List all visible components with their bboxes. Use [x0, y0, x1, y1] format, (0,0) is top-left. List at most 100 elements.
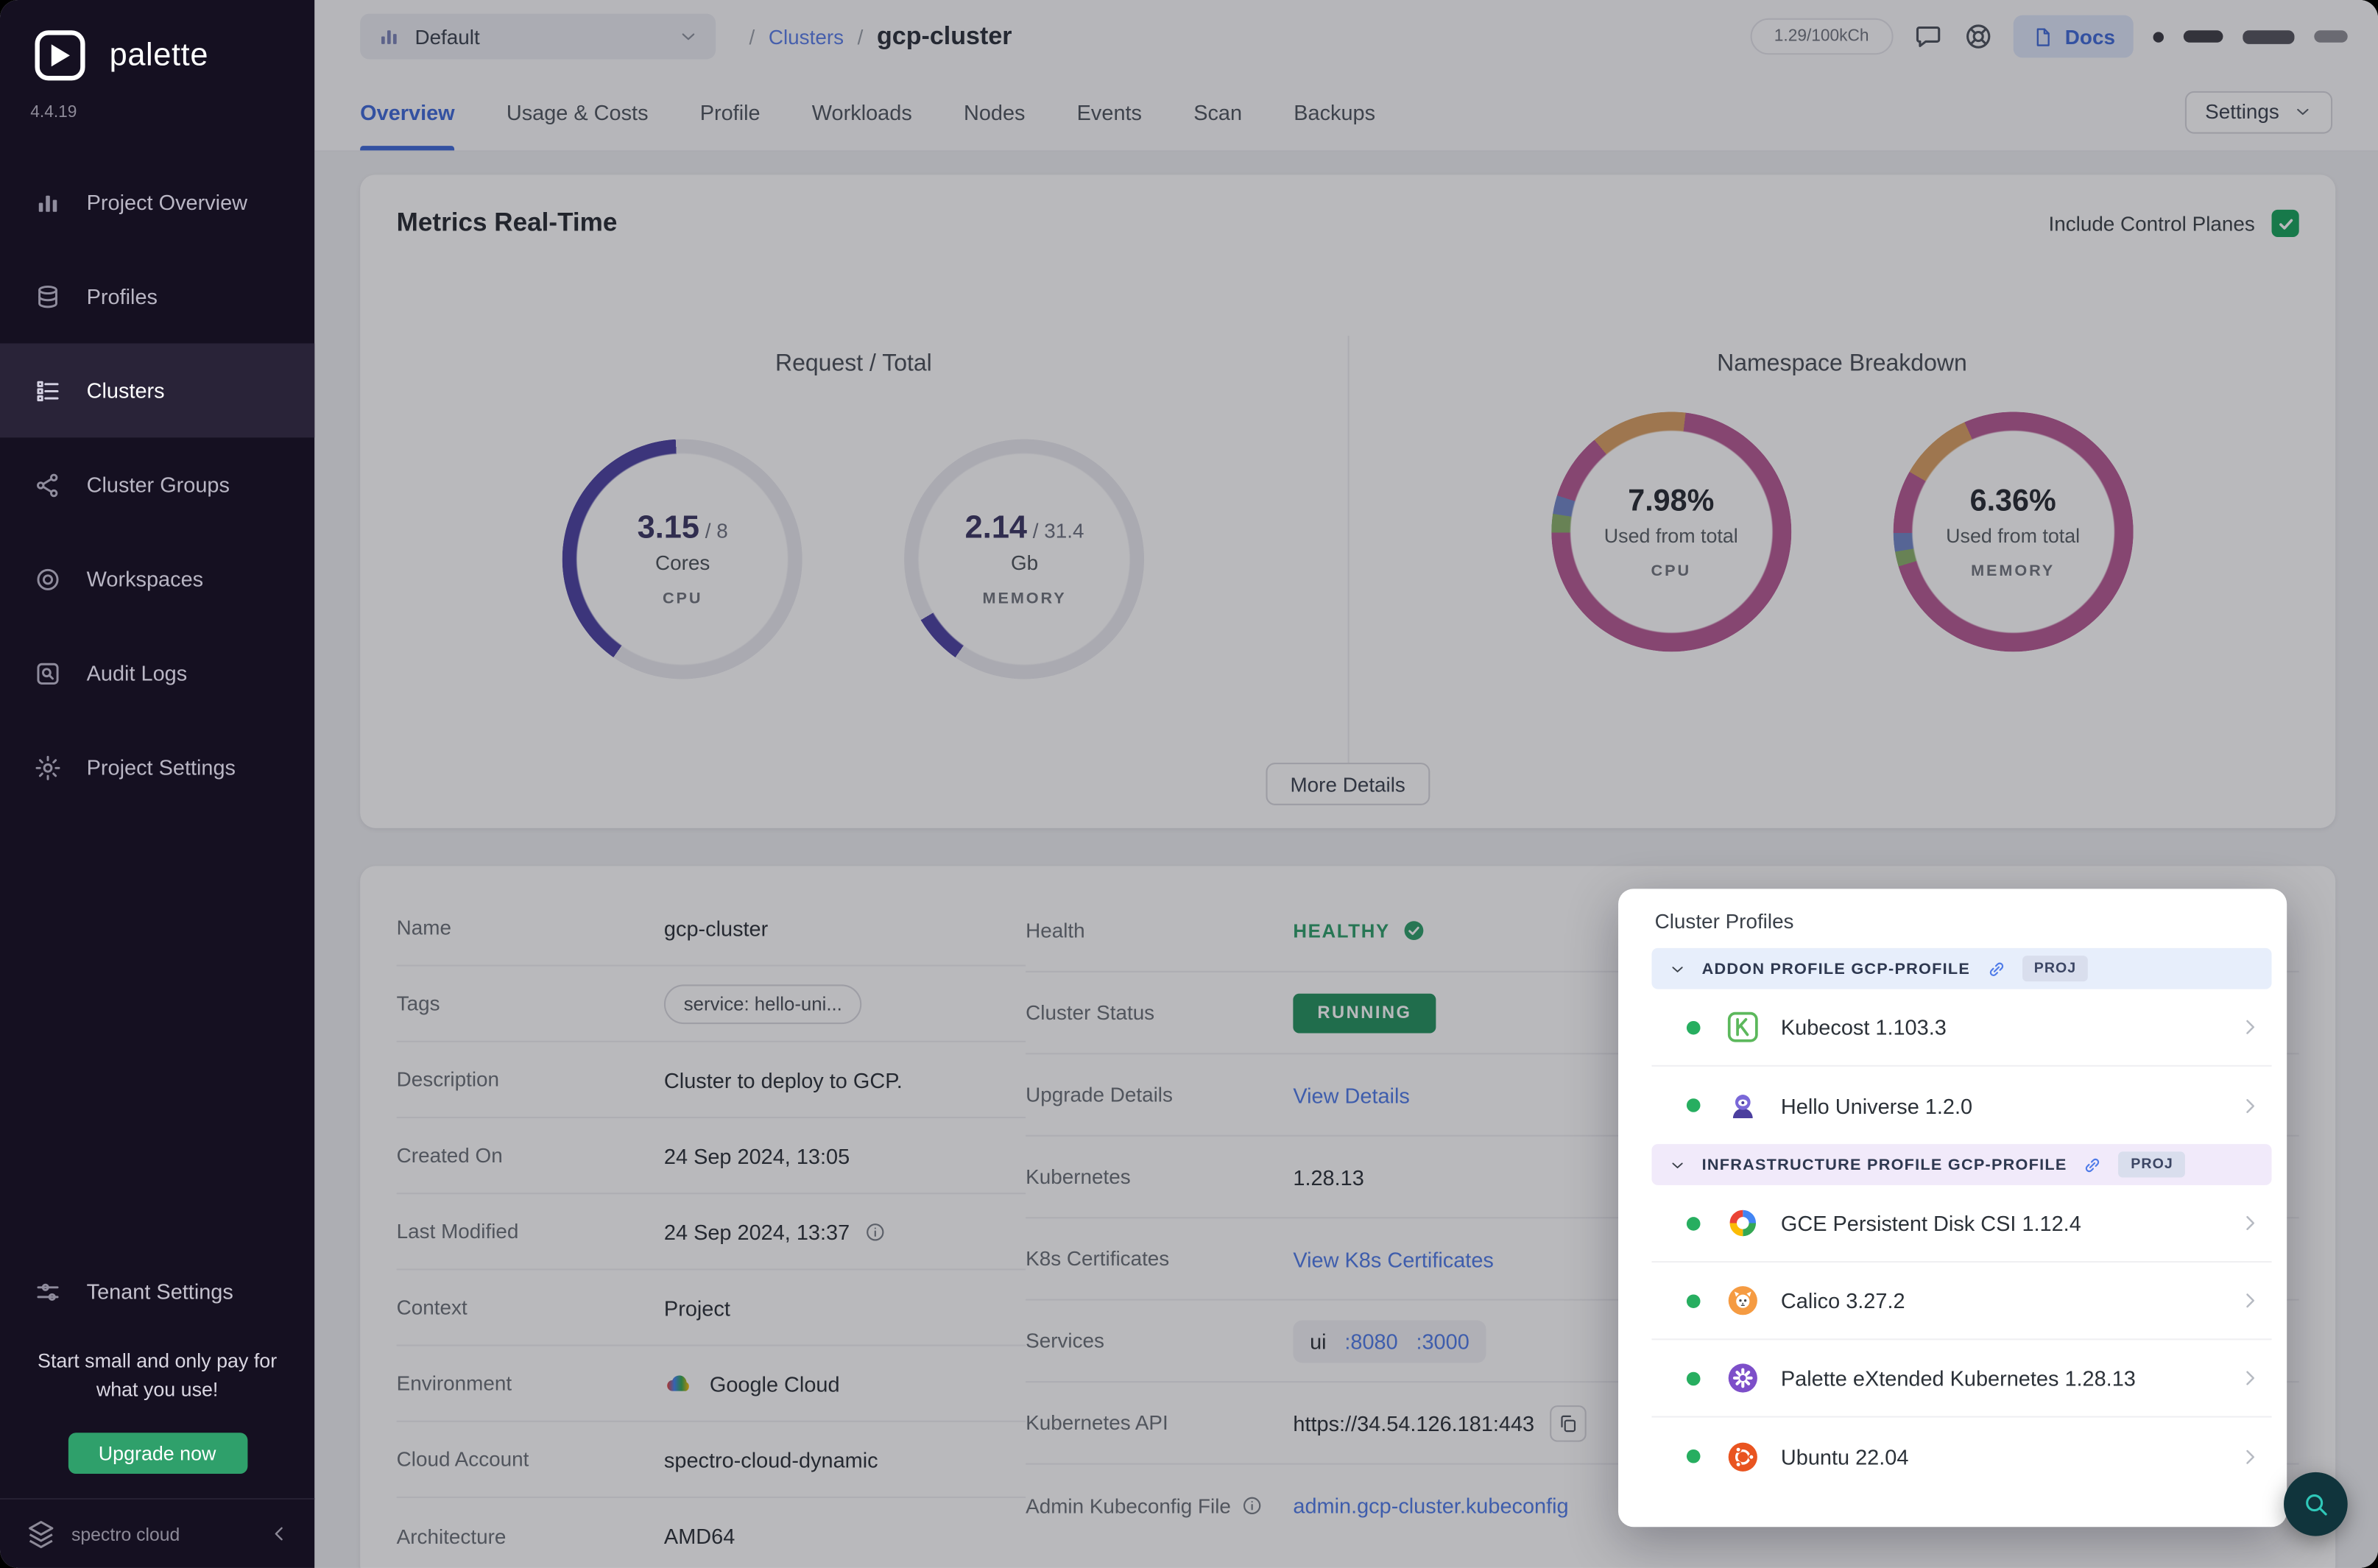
health-status: HEALTHY: [1293, 919, 1425, 942]
profile-layer-calico-3-27-2[interactable]: Calico 3.27.2: [1651, 1262, 2272, 1341]
sidebar-item-project-settings[interactable]: Project Settings: [0, 720, 314, 814]
detail-text: AMD64: [663, 1524, 735, 1549]
tab-events[interactable]: Events: [1077, 73, 1142, 150]
detail-value: 24 Sep 2024, 13:05: [664, 1143, 850, 1168]
sidebar-item-label: Clusters: [86, 378, 165, 403]
detail-label: Health: [1026, 919, 1085, 942]
scope-badge: PROJ: [2022, 956, 2089, 982]
detail-row-last-modified: Last Modified 24 Sep 2024, 13:37: [396, 1194, 1026, 1271]
chevron-down-icon: [677, 26, 699, 47]
sidebar-item-label: Audit Logs: [86, 660, 188, 685]
upgrade-details-link[interactable]: View Details: [1293, 1083, 1409, 1107]
sidebar-item-tenant-settings[interactable]: Tenant Settings: [0, 1257, 314, 1327]
docs-button[interactable]: Docs: [2013, 15, 2134, 58]
sidebar-item-label: Profiles: [86, 283, 158, 308]
detail-row-created-on: Created On 24 Sep 2024, 13:05: [396, 1118, 1026, 1195]
detail-value: ui:8080:3000: [1293, 1319, 1486, 1363]
status-dot-green: [1686, 1216, 1701, 1230]
more-details-button[interactable]: More Details: [1266, 763, 1430, 805]
sidebar-item-project-overview[interactable]: Project Overview: [0, 155, 314, 250]
sidebar-item-cluster-groups[interactable]: Cluster Groups: [0, 437, 314, 532]
namespace-breakdown-section: Namespace Breakdown 7.98% Used from total…: [1349, 314, 2336, 828]
tab-backups[interactable]: Backups: [1294, 73, 1375, 150]
copy-button[interactable]: [1549, 1405, 1587, 1441]
service-port-link[interactable]: :3000: [1416, 1329, 1469, 1353]
detail-value: View K8s Certificates: [1293, 1246, 1493, 1271]
breadcrumb-separator: /: [749, 25, 755, 49]
docs-button-label: Docs: [2064, 25, 2115, 49]
profile-layer-hello-universe-1-2-0[interactable]: Hello Universe 1.2.0: [1651, 1067, 2271, 1144]
namespace-breakdown-title: Namespace Breakdown: [1717, 350, 1967, 377]
help-icon[interactable]: [1964, 21, 1994, 52]
include-control-planes-toggle[interactable]: Include Control Planes: [2048, 209, 2299, 237]
top-bar: Default / Clusters / gcp-cluster 1.29/10…: [314, 0, 2378, 74]
detail-value: gcp-cluster: [664, 915, 768, 939]
detail-label: Architecture: [396, 1525, 507, 1548]
search-fab[interactable]: [2284, 1472, 2348, 1536]
metrics-card: Metrics Real-Time Include Control Planes…: [360, 174, 2336, 828]
collapse-sidebar-icon[interactable]: [267, 1522, 290, 1545]
service-port-link[interactable]: :8080: [1344, 1329, 1397, 1353]
tab-usage-costs[interactable]: Usage & Costs: [507, 73, 649, 150]
profile-section-header[interactable]: INFRASTRUCTURE PROFILE GCP-PROFILE PROJ: [1651, 1144, 2272, 1185]
detail-text: spectro-cloud-dynamic: [663, 1447, 878, 1472]
cluster-profiles-sections: ADDON PROFILE GCP-PROFILE PROJ Kubecost 1.…: [1651, 947, 2272, 1495]
profile-layer-palette-extended-kubernetes-1-28-13[interactable]: Palette eXtended Kubernetes 1.28.13: [1651, 1340, 2272, 1418]
include-control-planes-checkbox[interactable]: [2271, 209, 2299, 237]
sidebar-footer: spectro cloud: [0, 1498, 315, 1568]
detail-value: View Details: [1293, 1083, 1409, 1107]
footer-brand-name: spectro cloud: [71, 1523, 180, 1544]
detail-value: admin.gcp-cluster.kubeconfig: [1293, 1494, 1568, 1518]
sidebar-item-clusters[interactable]: Clusters: [0, 343, 315, 438]
profile-section-header[interactable]: ADDON PROFILE GCP-PROFILE PROJ: [1651, 947, 2272, 989]
detail-value: RUNNING: [1293, 992, 1436, 1033]
detail-row-name: Name gcp-cluster: [396, 890, 1026, 967]
profile-layer-name: Palette eXtended Kubernetes 1.28.13: [1780, 1366, 2136, 1391]
calico-icon: [1725, 1282, 1762, 1319]
sidebar-item-audit-logs[interactable]: Audit Logs: [0, 626, 314, 720]
request-total-section: Request / Total 3.15 / 8 Cores CPU 2.14 / 3…: [360, 314, 1347, 828]
app-root: palette 4.4.19 Project Overview Profiles C…: [0, 0, 2378, 1568]
detail-value: AMD64: [664, 1524, 735, 1548]
memory-usage-gauge: 2.14 / 31.4 Gb MEMORY: [904, 439, 1145, 679]
top-bar-right: 1.29/100kCh Docs: [1749, 15, 2348, 58]
tab-nodes[interactable]: Nodes: [964, 73, 1026, 150]
sidebar-item-profiles[interactable]: Profiles: [0, 249, 314, 343]
profile-layer-ubuntu-22-04[interactable]: Ubuntu 22.04: [1651, 1418, 2271, 1495]
tag-pill[interactable]: service: hello-uni...: [663, 983, 862, 1024]
sidebar-item-label: Project Settings: [86, 755, 236, 780]
detail-text: 24 Sep 2024, 13:05: [663, 1143, 850, 1168]
admin-kubeconfig-file-link[interactable]: admin.gcp-cluster.kubeconfig: [1293, 1494, 1568, 1518]
brand-name: palette: [109, 37, 209, 73]
hello-universe-icon: [1725, 1087, 1762, 1124]
search-icon: [2301, 1489, 2331, 1519]
cluster-tab-bar: Overview Usage & Costs Profile Workloads Nod…: [314, 73, 2378, 152]
info-icon[interactable]: [865, 1221, 886, 1242]
tab-overview[interactable]: Overview: [360, 73, 456, 151]
include-control-planes-label: Include Control Planes: [2048, 211, 2255, 235]
detail-value: Project: [664, 1295, 730, 1319]
project-selector[interactable]: Default: [360, 13, 716, 60]
settings-button-label: Settings: [2205, 100, 2279, 124]
tab-workloads[interactable]: Workloads: [812, 73, 912, 150]
sidebar-item-workspaces[interactable]: Workspaces: [0, 532, 314, 626]
google-cloud-icon: [664, 1369, 694, 1399]
upgrade-now-button[interactable]: Upgrade now: [67, 1433, 247, 1474]
tab-profile[interactable]: Profile: [700, 73, 761, 150]
tab-scan[interactable]: Scan: [1193, 73, 1242, 150]
check-circle-icon: [1402, 919, 1425, 942]
k8s-certificates-link[interactable]: View K8s Certificates: [1293, 1246, 1493, 1271]
chat-icon[interactable]: [1913, 21, 1943, 52]
settings-button[interactable]: Settings: [2185, 90, 2333, 133]
namespace-memory-donut: 6.36% Used from total MEMORY: [1893, 412, 2134, 652]
project-selector-value: Default: [414, 25, 480, 49]
breadcrumb-clusters-link[interactable]: Clusters: [769, 25, 844, 48]
profile-layer-kubecost-1-103-3[interactable]: Kubecost 1.103.3: [1651, 989, 2272, 1067]
info-icon[interactable]: [1241, 1495, 1263, 1516]
profile-section-title: INFRASTRUCTURE PROFILE GCP-PROFILE: [1701, 1155, 2067, 1174]
profile-layer-gce-persistent-disk-csi-1-12-4[interactable]: GCE Persistent Disk CSI 1.12.4: [1651, 1185, 2272, 1263]
detail-label: Created On: [396, 1144, 503, 1168]
status-dot-green: [1686, 1098, 1701, 1112]
detail-label: Name: [396, 916, 452, 939]
detail-text: 24 Sep 2024, 13:37: [663, 1219, 850, 1244]
